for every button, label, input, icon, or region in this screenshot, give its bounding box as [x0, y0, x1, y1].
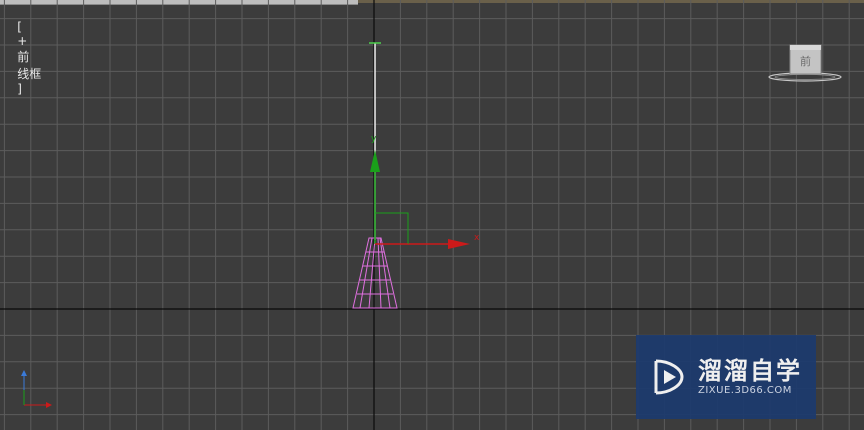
watermark: 溜溜自学 ZIXUE.3D66.COM — [636, 335, 816, 419]
viewcube-ring-inner — [774, 74, 836, 80]
axis-tripod — [21, 370, 52, 408]
gizmo-y-arrow[interactable] — [370, 150, 380, 172]
viewport-view-menu[interactable]: 前 — [17, 50, 29, 64]
watermark-title: 溜溜自学 — [698, 357, 802, 385]
viewport-menu-plus[interactable]: + — [17, 34, 27, 48]
viewcube-top-edge — [790, 45, 821, 50]
gizmo-y-label: y — [371, 134, 377, 144]
viewcube-face-label: 前 — [800, 54, 811, 68]
front-viewport[interactable]: y x 前 [ + 前 线框 ] 溜溜自学 ZIXUE.3D66.COM — [0, 0, 864, 430]
viewport-shading-menu[interactable]: 线框 — [17, 67, 41, 81]
viewcube[interactable]: 前 — [768, 44, 842, 82]
gizmo-x-arrow[interactable] — [448, 239, 470, 249]
wireframe-object[interactable] — [352, 237, 398, 309]
viewport-label-open: [ — [17, 20, 22, 34]
watermark-subtitle: ZIXUE.3D66.COM — [698, 385, 792, 396]
gizmo-x-label: x — [474, 233, 480, 243]
move-gizmo[interactable]: y x — [370, 134, 480, 249]
viewport-label-close: ] — [17, 82, 22, 96]
viewport-label: [ + 前 线框 ] — [2, 6, 41, 110]
watermark-logo-icon — [654, 359, 684, 395]
